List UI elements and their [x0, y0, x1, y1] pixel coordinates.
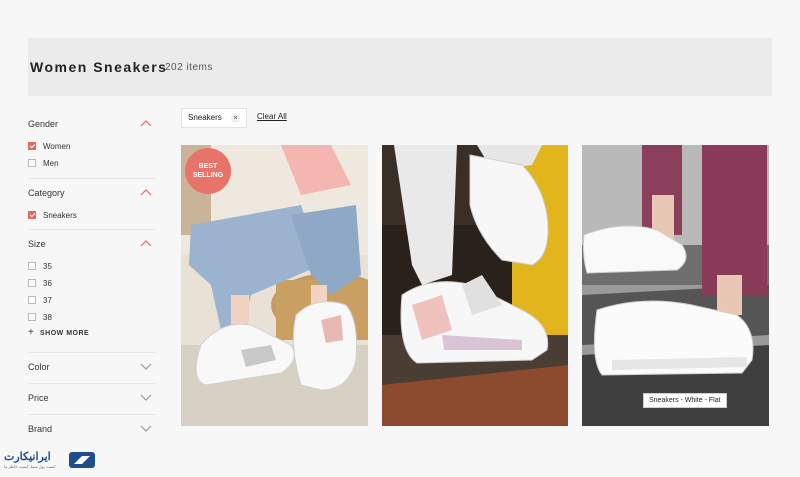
category-banner: Women Sneakers 202 items: [28, 38, 772, 96]
chevron-down-icon: [140, 394, 152, 401]
checkbox[interactable]: [28, 262, 36, 270]
chevron-down-icon: [140, 425, 152, 432]
filter-size-label: Size: [28, 239, 46, 249]
filter-color: Color: [28, 353, 156, 384]
filter-color-label: Color: [28, 362, 50, 372]
checkbox[interactable]: [28, 159, 36, 167]
filter-option-size-36[interactable]: 36: [28, 275, 156, 292]
checkbox[interactable]: [28, 313, 36, 321]
site-logo: ایرانیکارت امنیت پول شما، امنیت خاطر ما: [2, 448, 102, 474]
filter-option-label: Sneakers: [43, 211, 77, 220]
product-image: [382, 145, 568, 426]
show-more-button[interactable]: + SHOW MORE: [28, 326, 156, 342]
filter-option-size-35[interactable]: 35: [28, 258, 156, 275]
filter-category: Category Sneakers: [28, 179, 156, 230]
filter-price-label: Price: [28, 393, 49, 403]
logo-subtext: امنیت پول شما، امنیت خاطر ما: [4, 464, 56, 469]
filter-option-label: Men: [43, 159, 59, 168]
product-image: [582, 145, 769, 426]
filter-option-label: Women: [43, 142, 71, 151]
filter-option-women[interactable]: Women: [28, 138, 156, 155]
filter-brand: Brand: [28, 415, 156, 445]
filter-option-label: 36: [43, 279, 52, 288]
filter-gender: Gender Women Men: [28, 110, 156, 179]
product-card[interactable]: [382, 145, 568, 426]
badge-line-2: SELLING: [192, 172, 224, 179]
filter-chip-label: Sneakers: [188, 113, 222, 122]
filter-option-men[interactable]: Men: [28, 155, 156, 172]
filter-option-size-37[interactable]: 37: [28, 292, 156, 309]
product-card[interactable]: Sneakers - White - Flat: [582, 145, 769, 426]
filter-size-header[interactable]: Size: [28, 230, 156, 258]
filter-price-header[interactable]: Price: [28, 384, 156, 412]
filter-option-label: 35: [43, 262, 52, 271]
page-title: Women Sneakers: [30, 59, 168, 75]
product-tooltip: Sneakers - White - Flat: [643, 393, 727, 408]
checkbox-checked[interactable]: [28, 211, 36, 219]
show-more-label: SHOW MORE: [40, 330, 90, 337]
filter-category-label: Category: [28, 188, 65, 198]
badge-line-1: BEST: [198, 163, 218, 170]
chevron-up-icon: [140, 120, 152, 127]
filter-brand-label: Brand: [28, 424, 53, 434]
item-count: 202 items: [165, 62, 213, 73]
chevron-down-icon: [140, 363, 152, 370]
checkbox-checked[interactable]: [28, 142, 36, 150]
filter-option-sneakers[interactable]: Sneakers: [28, 207, 156, 224]
filter-option-label: 38: [43, 313, 52, 322]
chevron-up-icon: [140, 240, 152, 247]
filter-option-label: 37: [43, 296, 52, 305]
clear-all-link[interactable]: Clear All: [257, 112, 287, 121]
card-logo-icon: [69, 452, 95, 468]
product-card[interactable]: BEST SELLING: [181, 145, 368, 426]
plus-icon: +: [28, 327, 35, 338]
filter-category-header[interactable]: Category: [28, 179, 156, 207]
filter-price: Price: [28, 384, 156, 415]
close-icon[interactable]: ×: [231, 114, 240, 123]
filter-color-header[interactable]: Color: [28, 353, 156, 381]
filter-option-size-38[interactable]: 38: [28, 309, 156, 326]
filter-gender-label: Gender: [28, 119, 59, 129]
filter-chip-sneakers[interactable]: Sneakers ×: [181, 108, 247, 128]
best-selling-badge: BEST SELLING: [185, 148, 231, 194]
filter-sidebar: Gender Women Men Category Sneakers Size: [28, 110, 156, 445]
checkbox[interactable]: [28, 296, 36, 304]
filter-brand-header[interactable]: Brand: [28, 415, 156, 443]
logo-text: ایرانیکارت: [4, 451, 51, 463]
filter-gender-header[interactable]: Gender: [28, 110, 156, 138]
checkbox[interactable]: [28, 279, 36, 287]
chevron-up-icon: [140, 189, 152, 196]
filter-size: Size 35 36 37 38 + SHOW MORE: [28, 230, 156, 353]
